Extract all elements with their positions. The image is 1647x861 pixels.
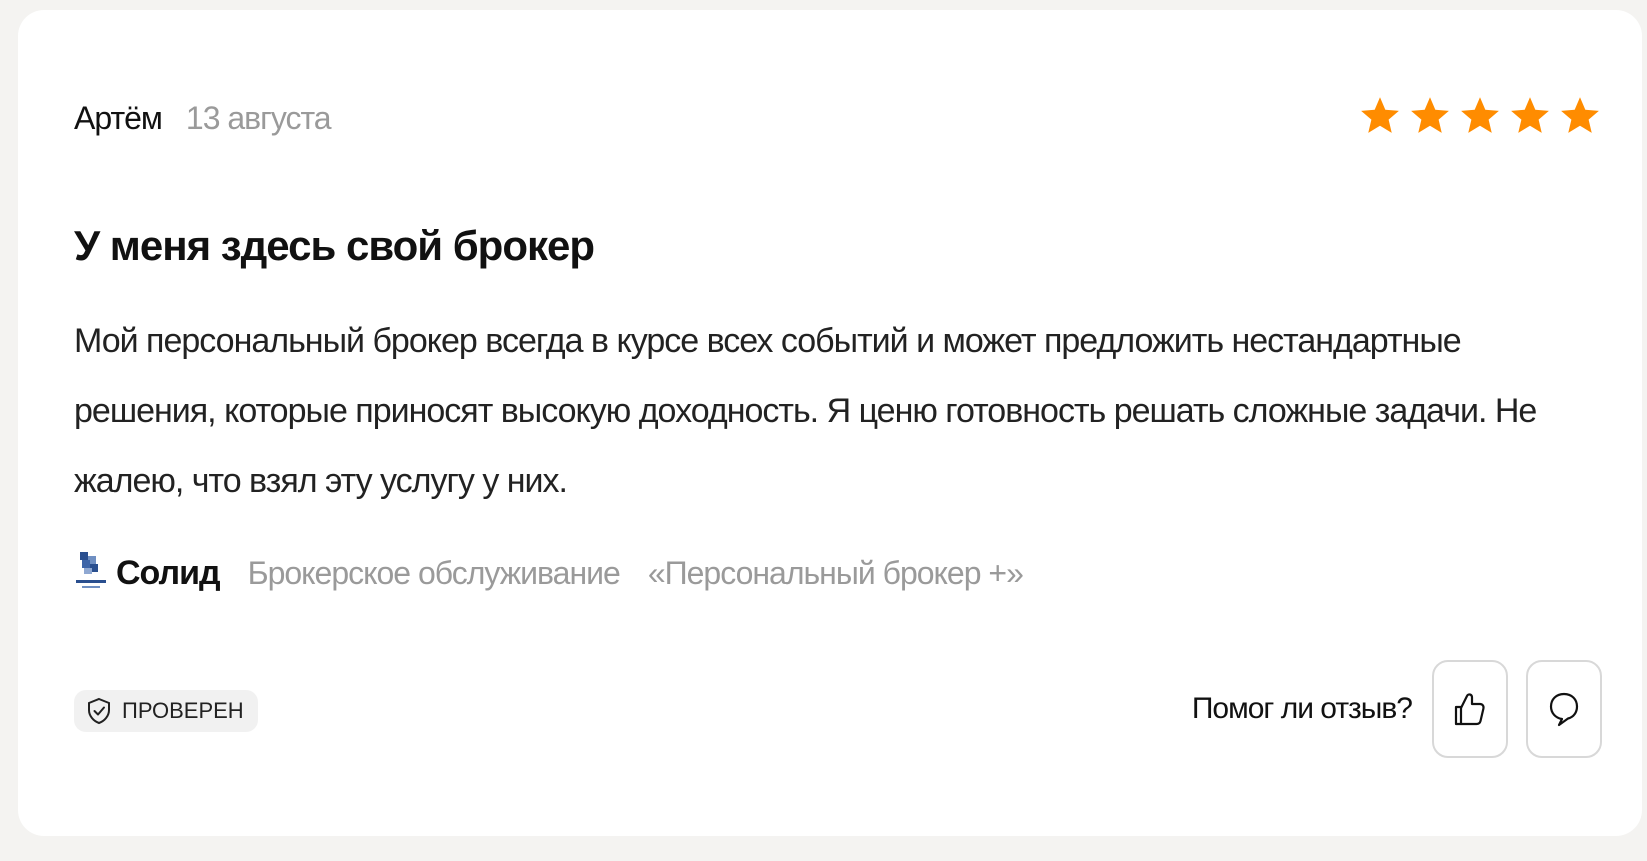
star-icon xyxy=(1461,97,1499,133)
star-icon xyxy=(1561,97,1599,133)
product-name[interactable]: «Персональный брокер +» xyxy=(648,555,1024,592)
star-icon xyxy=(1511,97,1549,133)
comment-button[interactable] xyxy=(1526,660,1602,758)
helpful-section: Помог ли отзыв? xyxy=(1192,660,1602,758)
verified-badge: ПРОВЕРЕН xyxy=(74,690,258,732)
verified-badge-label: ПРОВЕРЕН xyxy=(122,698,244,723)
review-card: Артём 13 августа У меня здесь свой броке… xyxy=(18,10,1642,836)
star-icon xyxy=(1361,97,1399,133)
review-title: У меня здесь свой брокер xyxy=(74,222,595,269)
star-icon xyxy=(1411,97,1449,133)
company-logo-icon xyxy=(76,552,106,588)
review-header: Артём 13 августа xyxy=(74,100,332,137)
review-author: Артём xyxy=(74,100,163,136)
review-text: Мой персональный брокер всегда в курсе в… xyxy=(74,322,1537,500)
helpful-question: Помог ли отзыв? xyxy=(1191,692,1413,725)
review-meta: Солид Брокерское обслуживание «Персональ… xyxy=(74,550,1024,596)
company-name[interactable]: Солид xyxy=(116,554,221,593)
thumbs-up-icon xyxy=(1454,693,1485,726)
rating-stars xyxy=(1358,94,1602,138)
like-button[interactable] xyxy=(1432,660,1508,758)
shield-check-icon xyxy=(88,697,110,725)
review-date: 13 августа xyxy=(185,100,332,136)
service-name[interactable]: Брокерское обслуживание xyxy=(248,555,621,592)
comment-icon xyxy=(1549,692,1579,727)
